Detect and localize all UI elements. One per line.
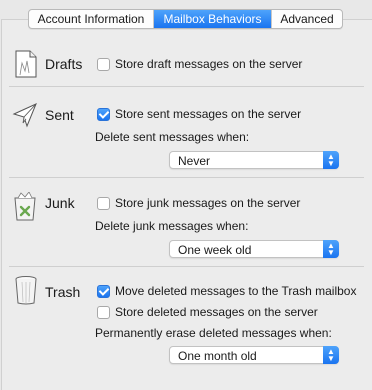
delete-junk-popup[interactable]: One week old ▲ ▼ [169,240,339,258]
tab-mailbox-behaviors[interactable]: Mailbox Behaviors [153,10,271,28]
trash-can-icon [15,276,37,305]
tab-advanced[interactable]: Advanced [271,10,342,28]
trash-label: Trash [45,284,81,300]
store-deleted-checkbox[interactable] [97,306,110,319]
store-deleted-label: Store deleted messages on the server [115,305,318,319]
updown-arrow-icon: ▲ ▼ [323,240,339,258]
delete-sent-value: Never [178,154,211,168]
move-deleted-checkbox[interactable] [97,285,110,298]
section-divider [9,266,364,267]
tab-bar: Account Information Mailbox Behaviors Ad… [28,9,343,29]
store-sent-checkbox[interactable] [97,108,110,121]
section-divider [9,86,364,87]
tab-account-information[interactable]: Account Information [29,10,153,28]
store-sent-label: Store sent messages on the server [115,107,302,121]
paper-plane-icon [12,103,37,128]
drafts-page-icon [15,50,37,78]
delete-junk-label: Delete junk messages when: [95,219,249,233]
junk-bin-icon [14,192,36,221]
erase-deleted-popup[interactable]: One month old ▲ ▼ [169,346,339,364]
store-junk-checkbox[interactable] [97,197,110,210]
section-divider [9,177,364,178]
store-drafts-checkbox[interactable] [97,58,110,71]
store-drafts-label: Store draft messages on the server [115,57,303,71]
erase-deleted-value: One month old [178,349,257,363]
drafts-label: Drafts [45,56,83,72]
delete-junk-value: One week old [178,243,252,257]
junk-label: Junk [45,195,75,211]
move-deleted-label: Move deleted messages to the Trash mailb… [115,284,357,298]
delete-sent-popup[interactable]: Never ▲ ▼ [169,151,339,169]
updown-arrow-icon: ▲ ▼ [323,151,339,169]
store-junk-label: Store junk messages on the server [115,196,301,210]
sent-label: Sent [45,107,74,123]
updown-arrow-icon: ▲ ▼ [323,346,339,364]
erase-deleted-label: Permanently erase deleted messages when: [95,326,332,340]
delete-sent-label: Delete sent messages when: [95,130,250,144]
